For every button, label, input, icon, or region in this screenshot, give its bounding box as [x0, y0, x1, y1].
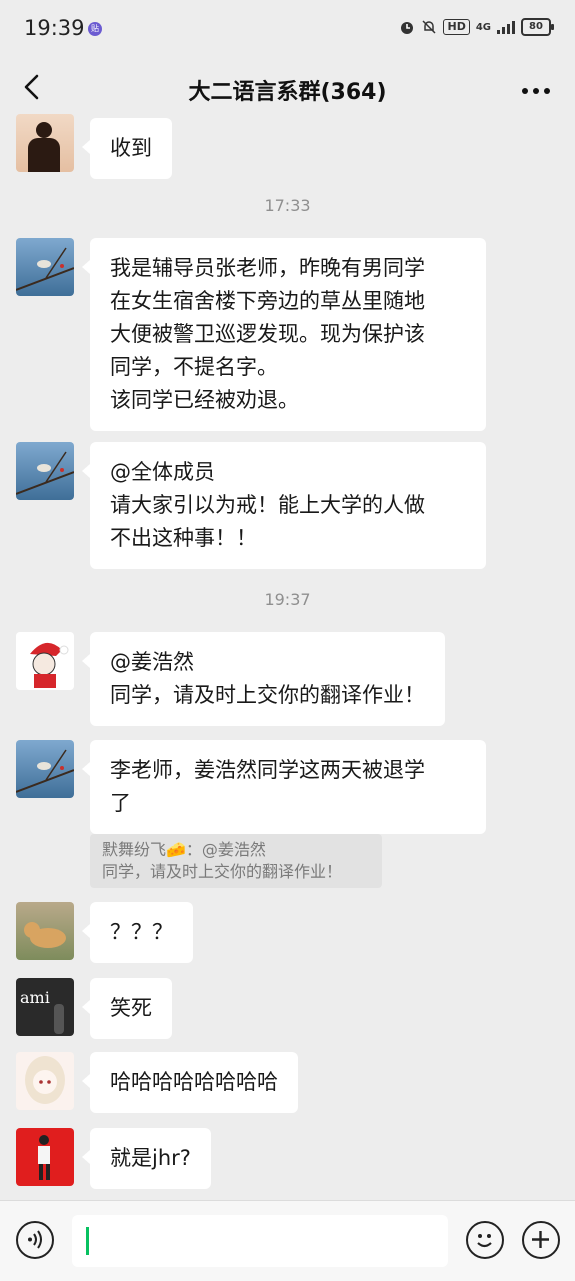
chat-header: 大二语言系群(364): [0, 60, 575, 116]
chat-title: 大二语言系群(364): [188, 80, 387, 105]
voice-icon: [28, 1230, 42, 1249]
signal-icon: [497, 20, 515, 34]
network-type: 4G: [475, 21, 491, 33]
bird-branch-icon: [16, 247, 74, 291]
text-caret: [86, 1227, 89, 1255]
avatar[interactable]: [16, 1052, 74, 1110]
message-bubble[interactable]: @全体成员 请大家引以为戒！能上大学的人做 不出这种事！！: [82, 442, 486, 569]
more-dots-icon: [522, 88, 550, 94]
avatar-ami-label: ami: [20, 988, 50, 1007]
input-bar: [0, 1200, 575, 1281]
message-bubble[interactable]: @姜浩然 同学，请及时上交你的翻译作业！: [82, 632, 445, 726]
avatar[interactable]: [16, 238, 74, 296]
message-bubble[interactable]: 哈哈哈哈哈哈哈哈: [82, 1052, 298, 1113]
message-timestamp: 19:37: [264, 590, 311, 609]
message-bubble[interactable]: 我是辅导员张老师，昨晚有男同学 在女生宿舍楼下旁边的草丛里随地 大便被警卫巡逻发…: [82, 238, 486, 431]
avatar[interactable]: [16, 902, 74, 960]
status-bar: 19:39 贴 HD 4G 80: [0, 0, 575, 60]
notification-icon: 贴: [88, 22, 102, 36]
message-bubble[interactable]: 李老师，姜浩然同学这两天被退学 了: [82, 740, 486, 834]
avatar[interactable]: [16, 1128, 74, 1186]
avatar[interactable]: [16, 442, 74, 500]
message-bubble[interactable]: 笑死: [82, 978, 172, 1039]
avatar[interactable]: [16, 632, 74, 690]
quoted-message[interactable]: 默舞纷飞🧀：@姜浩然 同学，请及时上交你的翻译作业！: [90, 834, 382, 888]
mute-bell-icon: [422, 20, 437, 34]
message-timestamp: 17:33: [264, 196, 311, 215]
message-bubble[interactable]: 收到: [82, 118, 172, 179]
add-button[interactable]: [522, 1221, 560, 1259]
avatar[interactable]: ami: [16, 978, 74, 1036]
hd-icon: HD: [443, 19, 470, 35]
alarm-icon: [401, 22, 414, 34]
message-bubble[interactable]: ？？？: [82, 902, 193, 963]
avatar[interactable]: [16, 740, 74, 798]
figure-silhouette-icon: [38, 1135, 50, 1180]
battery-icon: 80: [521, 18, 554, 36]
status-icons: HD 4G 80: [399, 18, 554, 36]
anime-girl-icon: [25, 1056, 65, 1104]
more-button[interactable]: [521, 74, 551, 102]
bird-branch-icon: [16, 451, 74, 495]
emoji-icon: [477, 1234, 492, 1248]
bird-branch-icon: [16, 749, 74, 793]
plus-icon: [532, 1231, 549, 1248]
voice-button[interactable]: [16, 1221, 54, 1259]
message-input[interactable]: [72, 1215, 448, 1267]
santa-cartoon-icon: [30, 642, 69, 688]
status-time: 19:39: [24, 16, 85, 40]
message-bubble[interactable]: 就是jhr?: [82, 1128, 211, 1189]
emoji-button[interactable]: [466, 1221, 504, 1259]
dog-photo-icon: [24, 922, 66, 948]
avatar[interactable]: [16, 114, 74, 172]
